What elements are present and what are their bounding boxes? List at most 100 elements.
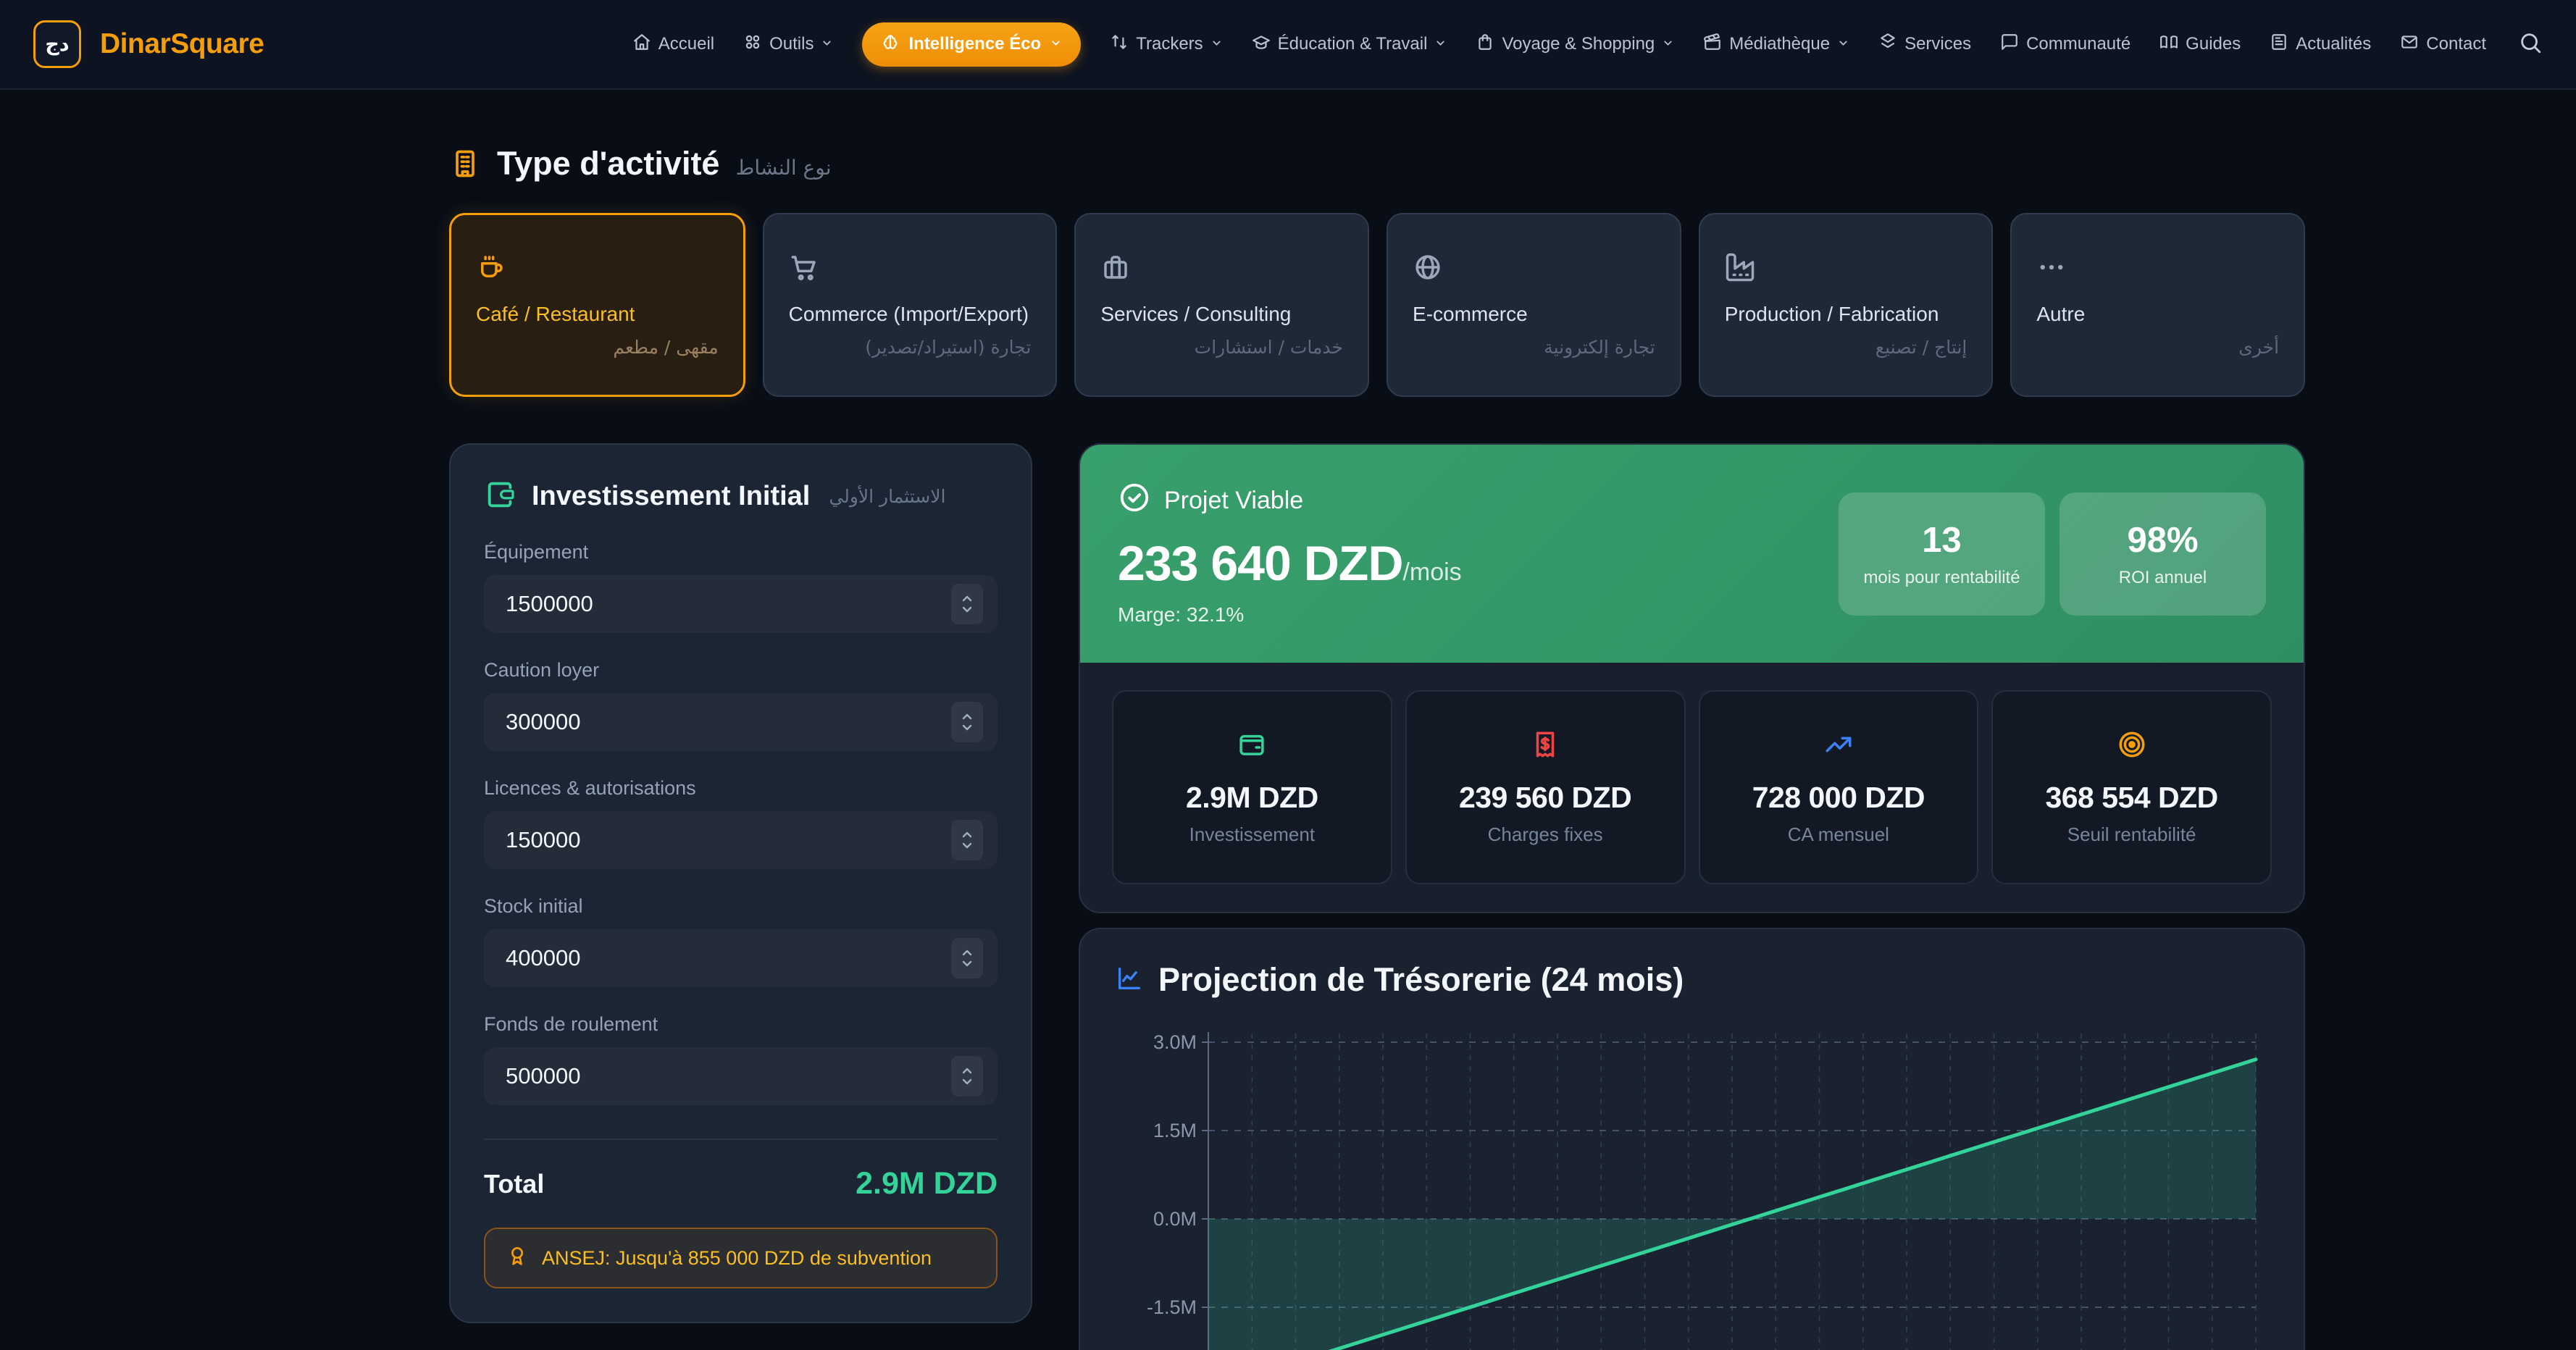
field-fonds-roulement: Fonds de roulement 500000 bbox=[484, 1013, 998, 1105]
monthly-profit-value: 233 640 DZD bbox=[1118, 536, 1402, 591]
field-label: Stock initial bbox=[484, 895, 998, 918]
activity-cards-row: Café / Restaurant مقهى / مطعم Commerce (… bbox=[449, 213, 2305, 397]
section-title: Type d'activité bbox=[497, 145, 719, 183]
kpi-value: 13 bbox=[1922, 520, 1962, 561]
chart-header: Projection de Trésorerie (24 mois) bbox=[1115, 961, 2269, 999]
nav-item-communaute[interactable]: Communauté bbox=[2000, 33, 2130, 56]
number-stepper[interactable] bbox=[951, 584, 983, 624]
activity-section-header: Type d'activité نوع النشاط bbox=[449, 145, 2305, 183]
ansej-subsidy-badge: ANSEJ: Jusqu'à 855 000 DZD de subvention bbox=[484, 1228, 998, 1288]
field-caution-loyer: Caution loyer 300000 bbox=[484, 659, 998, 751]
chat-bubble-icon bbox=[2000, 33, 2019, 56]
chevron-down-icon bbox=[1210, 34, 1223, 54]
margin-label: Marge: 32.1% bbox=[1118, 603, 1839, 626]
field-equipement: Équipement 1500000 bbox=[484, 541, 998, 633]
award-icon bbox=[506, 1244, 529, 1273]
nav-item-intelligence-eco[interactable]: Intelligence Éco bbox=[862, 22, 1081, 67]
stat-ca-mensuel: 728 000 DZD CA mensuel bbox=[1699, 690, 1979, 884]
investment-header: Investissement Initial الاستثمار الأولي bbox=[484, 478, 998, 515]
activity-card-services-consulting[interactable]: Services / Consulting خدمات / استشارات bbox=[1074, 213, 1369, 397]
graduation-cap-icon bbox=[1252, 33, 1271, 56]
field-label: Équipement bbox=[484, 541, 998, 563]
nav-item-guides[interactable]: Guides bbox=[2159, 33, 2241, 56]
line-chart-icon bbox=[1115, 964, 1144, 997]
activity-card-production[interactable]: Production / Fabrication إنتاج / تصنيع bbox=[1699, 213, 1994, 397]
field-stock-initial: Stock initial 400000 bbox=[484, 895, 998, 987]
activity-card-ecommerce[interactable]: E-commerce تجارة إلكترونية bbox=[1387, 213, 1681, 397]
activity-card-label: E-commerce bbox=[1413, 301, 1655, 327]
investment-title-arabic: الاستثمار الأولي bbox=[829, 486, 945, 507]
results-column: Projet Viable 233 640 DZD/mois Marge: 32… bbox=[1079, 443, 2305, 1350]
nav-item-outils[interactable]: Outils bbox=[743, 33, 833, 56]
nav-item-label: Intelligence Éco bbox=[908, 34, 1041, 54]
stat-value: 2.9M DZD bbox=[1186, 781, 1318, 815]
nav-item-label: Communauté bbox=[2026, 34, 2130, 54]
nav-item-mediatheque[interactable]: Médiathèque bbox=[1703, 33, 1849, 56]
svg-text:3.0M: 3.0M bbox=[1153, 1031, 1197, 1053]
mail-icon bbox=[2400, 33, 2419, 56]
nav-item-label: Guides bbox=[2186, 34, 2241, 54]
stat-seuil-rentabilite: 368 554 DZD Seuil rentabilité bbox=[1991, 690, 2272, 884]
nav-item-accueil[interactable]: Accueil bbox=[632, 33, 714, 56]
nav-item-label: Services bbox=[1904, 34, 1971, 54]
nav-item-trackers[interactable]: Trackers bbox=[1110, 33, 1222, 56]
stat-charges-fixes: 239 560 DZD Charges fixes bbox=[1405, 690, 1686, 884]
number-stepper[interactable] bbox=[951, 820, 983, 860]
stock-initial-input[interactable]: 400000 bbox=[484, 929, 998, 987]
nav-item-services[interactable]: Services bbox=[1878, 33, 1971, 56]
number-stepper[interactable] bbox=[951, 702, 983, 742]
investment-title: Investissement Initial bbox=[532, 481, 810, 512]
kpi-value: 98% bbox=[2127, 520, 2198, 561]
nav-item-voyage-shopping[interactable]: Voyage & Shopping bbox=[1476, 33, 1674, 56]
activity-card-label: Services / Consulting bbox=[1100, 301, 1343, 327]
brand-logo[interactable]: دج bbox=[33, 20, 81, 68]
brand-name[interactable]: DinarSquare bbox=[100, 28, 264, 60]
stat-label: Investissement bbox=[1189, 823, 1315, 846]
kpi-roi: 98% ROI annuel bbox=[2059, 492, 2266, 616]
nav-item-education-travail[interactable]: Éducation & Travail bbox=[1252, 33, 1447, 56]
treasury-chart-svg: 3.0M1.5M0.0M-1.5M bbox=[1115, 1019, 2269, 1350]
apps-icon bbox=[743, 33, 762, 56]
licences-input[interactable]: 150000 bbox=[484, 811, 998, 869]
equipement-input[interactable]: 1500000 bbox=[484, 575, 998, 633]
activity-card-label-arabic: إنتاج / تصنيع bbox=[1725, 337, 1967, 358]
stat-value: 368 554 DZD bbox=[2045, 781, 2217, 815]
stat-label: CA mensuel bbox=[1788, 823, 1889, 846]
fonds-roulement-input[interactable]: 500000 bbox=[484, 1047, 998, 1105]
total-value: 2.9M DZD bbox=[856, 1166, 998, 1202]
wallet-icon bbox=[484, 478, 517, 515]
coffee-cup-icon bbox=[476, 252, 719, 282]
monthly-profit-unit: /mois bbox=[1402, 558, 1461, 586]
chevron-down-icon bbox=[1662, 34, 1674, 54]
input-value: 150000 bbox=[506, 827, 951, 853]
search-icon bbox=[2518, 30, 2543, 59]
total-label: Total bbox=[484, 1169, 544, 1199]
building-icon bbox=[449, 148, 481, 180]
nav-item-label: Contact bbox=[2426, 34, 2486, 54]
globe-icon bbox=[1413, 252, 1655, 282]
activity-card-cafe-restaurant[interactable]: Café / Restaurant مقهى / مطعم bbox=[449, 213, 745, 397]
number-stepper[interactable] bbox=[951, 938, 983, 978]
search-button[interactable] bbox=[2518, 30, 2543, 59]
nav-item-contact[interactable]: Contact bbox=[2400, 33, 2486, 56]
chart-title: Projection de Trésorerie (24 mois) bbox=[1158, 961, 1684, 999]
field-licences: Licences & autorisations 150000 bbox=[484, 777, 998, 869]
kpi-payback: 13 mois pour rentabilité bbox=[1839, 492, 2045, 616]
activity-card-label-arabic: تجارة (استيراد/تصدير) bbox=[789, 337, 1032, 358]
svg-text:1.5M: 1.5M bbox=[1153, 1120, 1197, 1141]
activity-card-autre[interactable]: Autre أخرى bbox=[2010, 213, 2305, 397]
stat-investissement: 2.9M DZD Investissement bbox=[1112, 690, 1392, 884]
caution-loyer-input[interactable]: 300000 bbox=[484, 693, 998, 751]
nav-item-label: Accueil bbox=[658, 34, 714, 54]
activity-card-commerce[interactable]: Commerce (Import/Export) تجارة (استيراد/… bbox=[763, 213, 1058, 397]
input-value: 1500000 bbox=[506, 591, 951, 617]
shopping-bag-icon bbox=[1476, 33, 1494, 56]
open-book-icon bbox=[2159, 33, 2178, 56]
ellipsis-icon bbox=[2036, 252, 2279, 282]
field-label: Caution loyer bbox=[484, 659, 998, 682]
nav-item-actualites[interactable]: Actualités bbox=[2270, 33, 2371, 56]
factory-icon bbox=[1725, 252, 1967, 282]
shopping-cart-icon bbox=[789, 252, 1032, 282]
number-stepper[interactable] bbox=[951, 1056, 983, 1097]
viability-status-label: Projet Viable bbox=[1164, 487, 1303, 515]
